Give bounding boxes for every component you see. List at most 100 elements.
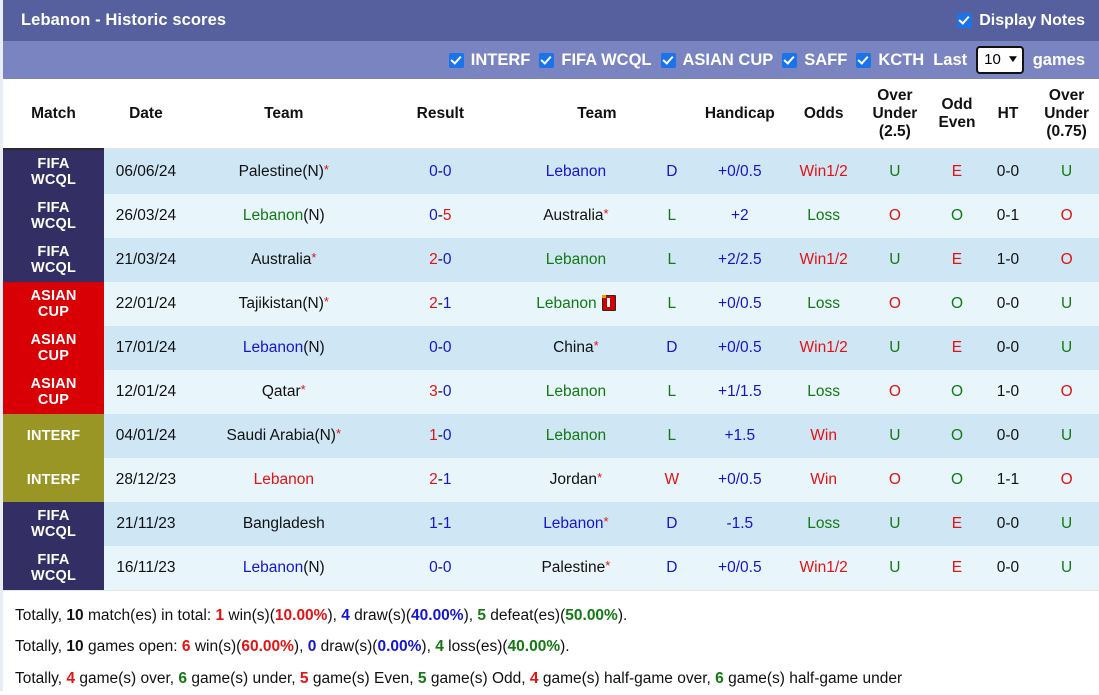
away-team[interactable]: Australia* L	[500, 194, 693, 239]
away-team[interactable]: Lebanon L	[500, 282, 693, 327]
asterisk-marker: *	[311, 250, 317, 266]
filter-kcth[interactable]: KCTH	[856, 51, 924, 70]
away-team[interactable]: Lebanon D	[500, 149, 693, 195]
table-row[interactable]: INTERF 28/12/23 Lebanon 2-1 Jordan* W +0/0.5 Wi…	[3, 458, 1099, 503]
table-row[interactable]: FIFA WCQL 21/03/24 Australia* 2-0 Lebanon L +2/…	[3, 238, 1099, 283]
filter-asian-cup[interactable]: ASIAN CUP	[660, 50, 774, 70]
home-team[interactable]: Palestine(N)*	[187, 149, 380, 195]
display-notes-toggle[interactable]: Display Notes	[957, 12, 1085, 30]
table-row[interactable]: ASIAN CUP 17/01/24 Lebanon(N) 0-0 China* D +0/0…	[3, 326, 1099, 371]
match-result[interactable]: 0-0	[379, 546, 501, 591]
over-under-075: U	[1031, 282, 1099, 327]
win-draw-loss: L	[667, 207, 677, 225]
filter-interf[interactable]: INTERF	[448, 51, 530, 70]
win-draw-loss: W	[664, 471, 680, 489]
asterisk-marker: *	[603, 514, 609, 530]
home-team[interactable]: Lebanon(N)	[187, 546, 380, 591]
filter-label: SAFF	[804, 50, 848, 69]
competition-badge[interactable]: FIFA WCQL	[3, 502, 104, 547]
home-team[interactable]: Qatar*	[187, 370, 380, 415]
table-row[interactable]: ASIAN CUP 22/01/24 Tajikistan(N)* 2-1 Lebanon…	[3, 282, 1099, 327]
half-time-score: 0-0	[984, 326, 1032, 371]
odd-even: O	[929, 370, 985, 415]
match-result[interactable]: 2-0	[379, 238, 501, 283]
away-team[interactable]: Lebanon L	[500, 238, 693, 283]
over-under-075: U	[1031, 414, 1099, 459]
competition-badge[interactable]: FIFA WCQL	[3, 194, 104, 239]
competition-badge[interactable]: INTERF	[3, 458, 104, 503]
match-date: 17/01/24	[104, 326, 188, 371]
over-under-25: O	[860, 458, 930, 503]
column-header-ht: HT	[984, 79, 1032, 151]
over-under-075: U	[1031, 149, 1099, 195]
table-row[interactable]: FIFA WCQL 06/06/24 Palestine(N)* 0-0 Lebanon D…	[3, 149, 1099, 195]
team-name: Australia	[251, 251, 312, 269]
away-team[interactable]: Palestine* D	[500, 546, 693, 591]
competition-badge[interactable]: FIFA WCQL	[3, 546, 104, 591]
column-header-match: Match	[3, 79, 104, 151]
over-under-075: U	[1031, 326, 1099, 371]
competition-badge[interactable]: INTERF	[3, 414, 104, 459]
home-team[interactable]: Australia*	[187, 238, 380, 283]
team-venue-suffix: (N)	[302, 163, 324, 181]
away-team[interactable]: Lebanon* D	[500, 502, 693, 547]
away-team[interactable]: Lebanon L	[500, 370, 693, 415]
checkbox-icon[interactable]	[539, 52, 555, 68]
home-team[interactable]: Tajikistan(N)*	[187, 282, 380, 327]
odd-even: E	[929, 502, 985, 547]
filter-saff[interactable]: SAFF	[782, 51, 847, 70]
half-time-score: 0-0	[984, 282, 1032, 327]
match-result[interactable]: 1-1	[379, 502, 501, 547]
handicap-value: +0/0.5	[692, 282, 787, 327]
half-time-score: 1-0	[984, 370, 1032, 415]
competition-badge[interactable]: FIFA WCQL	[3, 149, 104, 195]
match-result[interactable]: 0-5	[379, 194, 501, 239]
table-row[interactable]: FIFA WCQL 16/11/23 Lebanon(N) 0-0 Palestine* D…	[3, 546, 1099, 591]
table-row[interactable]: INTERF 04/01/24 Saudi Arabia(N)* 1-0 Lebanon…	[3, 414, 1099, 459]
display-notes-checkbox-icon[interactable]	[957, 13, 973, 28]
asterisk-marker: *	[605, 558, 611, 574]
filter-fifa-wcql[interactable]: FIFA WCQL	[539, 51, 652, 70]
half-time-score: 1-0	[984, 238, 1032, 283]
table-row[interactable]: FIFA WCQL 21/11/23 Bangladesh 1-1 Lebanon* D -1…	[3, 502, 1099, 547]
away-team[interactable]: Jordan* W	[500, 458, 693, 503]
team-name: Qatar	[261, 383, 301, 401]
match-result[interactable]: 0-0	[379, 149, 501, 195]
team-name: Lebanon	[543, 515, 604, 533]
competition-badge[interactable]: ASIAN CUP	[3, 326, 104, 371]
team-name: Tajikistan	[238, 295, 303, 313]
over-under-25: O	[860, 282, 930, 327]
match-result[interactable]: 2-1	[379, 282, 501, 327]
match-result[interactable]: 1-0	[379, 414, 501, 459]
table-row[interactable]: FIFA WCQL 26/03/24 Lebanon(N) 0-5 Australia* L…	[3, 194, 1099, 239]
over-under-25: U	[860, 502, 930, 547]
team-name: China	[553, 339, 594, 357]
home-team[interactable]: Saudi Arabia(N)*	[187, 414, 380, 459]
match-result[interactable]: 3-0	[379, 370, 501, 415]
match-date: 21/03/24	[104, 238, 188, 283]
team-name: Lebanon	[545, 383, 607, 401]
checkbox-icon[interactable]	[660, 52, 676, 68]
home-team[interactable]: Lebanon	[187, 458, 380, 503]
home-team[interactable]: Lebanon(N)	[187, 194, 380, 239]
table-header: Match Date Team Result Team Handicap Odds Over U…	[3, 79, 1099, 151]
competition-badge[interactable]: ASIAN CUP	[3, 282, 104, 327]
filter-label: ASIAN CUP	[682, 50, 774, 69]
home-team[interactable]: Bangladesh	[187, 502, 380, 547]
match-date: 26/03/24	[104, 194, 188, 239]
last-games-select[interactable]: 10 ▼	[976, 46, 1024, 74]
last-label: Last	[933, 50, 968, 69]
checkbox-icon[interactable]	[782, 52, 798, 68]
away-team[interactable]: China* D	[500, 326, 693, 371]
odd-even: E	[929, 326, 985, 371]
competition-badge[interactable]: ASIAN CUP	[3, 370, 104, 415]
match-result[interactable]: 0-0	[379, 326, 501, 371]
checkbox-icon[interactable]	[856, 52, 872, 68]
match-result[interactable]: 2-1	[379, 458, 501, 503]
away-team[interactable]: Lebanon L	[500, 414, 693, 459]
home-team[interactable]: Lebanon(N)	[187, 326, 380, 371]
checkbox-icon[interactable]	[448, 52, 464, 68]
table-row[interactable]: ASIAN CUP 12/01/24 Qatar* 3-0 Lebanon L +1/1.5 L…	[3, 370, 1099, 415]
team-venue-suffix: (N)	[303, 339, 325, 357]
competition-badge[interactable]: FIFA WCQL	[3, 238, 104, 283]
